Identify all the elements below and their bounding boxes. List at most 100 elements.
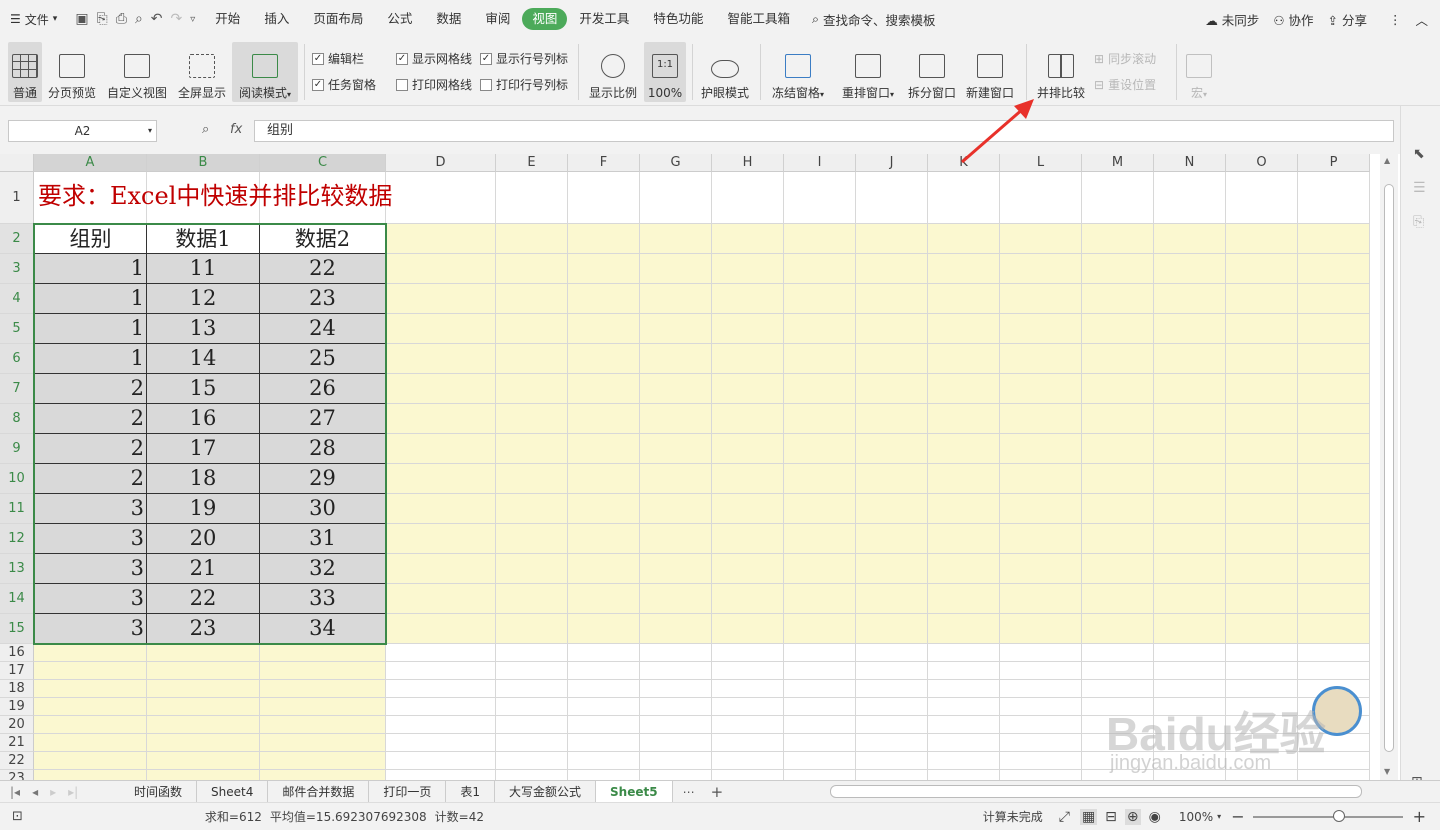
grid-cell[interactable] (386, 464, 496, 494)
grid-cell[interactable] (712, 254, 784, 284)
grid-cell[interactable] (386, 716, 496, 734)
grid-cell[interactable] (1154, 344, 1226, 374)
grid-cell[interactable] (568, 344, 640, 374)
grid-cell[interactable] (1082, 464, 1154, 494)
grid-cell[interactable] (1226, 698, 1298, 716)
grid-cell[interactable] (856, 254, 928, 284)
grid-cell[interactable] (1298, 314, 1370, 344)
grid-cell[interactable] (1154, 644, 1226, 662)
grid-cell[interactable] (1000, 494, 1082, 524)
grid-cell[interactable] (260, 644, 386, 662)
grid-cell[interactable] (1082, 554, 1154, 584)
grid-cell[interactable] (928, 752, 1000, 770)
grid-cell[interactable] (1226, 752, 1298, 770)
grid-cell[interactable] (1154, 662, 1226, 680)
grid-cell[interactable] (386, 494, 496, 524)
grid-cell[interactable] (1154, 752, 1226, 770)
grid-cell[interactable] (1298, 662, 1370, 680)
grid-cell[interactable] (386, 752, 496, 770)
export-icon[interactable]: ⎘ (97, 11, 108, 27)
grid-cell[interactable] (568, 662, 640, 680)
grid-cell[interactable] (712, 716, 784, 734)
grid-cell[interactable] (568, 770, 640, 780)
grid-cell[interactable] (784, 172, 856, 224)
grid-cell[interactable] (928, 716, 1000, 734)
grid-cell[interactable] (496, 464, 568, 494)
grid-cell[interactable] (1082, 524, 1154, 554)
grid-cell[interactable] (856, 584, 928, 614)
grid-cell[interactable] (496, 434, 568, 464)
scroll-up-icon[interactable]: ▲ (1384, 156, 1390, 165)
row-header[interactable]: 8 (0, 404, 34, 434)
sheet-title[interactable]: 要求：Excel中快速并排比较数据 (38, 176, 392, 211)
grid-cell[interactable] (496, 404, 568, 434)
share-panel-icon[interactable]: ⎘ (1413, 214, 1424, 230)
spreadsheet-grid[interactable]: A B C D E F G H I J K L M N O P 1 2 3 4 5 6 7 8 9 10 11 12 13 14 15 16 1… (0, 154, 1380, 780)
grid-cell[interactable] (640, 734, 712, 752)
grid-cell[interactable] (784, 734, 856, 752)
grid-cell[interactable] (928, 344, 1000, 374)
grid-cell[interactable] (1154, 172, 1226, 224)
eye-status-icon[interactable]: ◉ (1149, 809, 1161, 825)
grid-cell[interactable] (386, 254, 496, 284)
grid-cell[interactable] (640, 172, 712, 224)
checkbox-task-pane[interactable]: ✓ 任务窗格 (312, 76, 376, 93)
row-header[interactable]: 3 (0, 254, 34, 284)
grid-cell[interactable] (1298, 614, 1370, 644)
grid-cell[interactable] (784, 698, 856, 716)
grid-cell[interactable] (1000, 374, 1082, 404)
grid-cell[interactable] (1000, 584, 1082, 614)
row-header[interactable]: 11 (0, 494, 34, 524)
grid-cell[interactable] (1298, 404, 1370, 434)
grid-cell[interactable] (568, 434, 640, 464)
column-header[interactable]: K (928, 154, 1000, 172)
status-zoom[interactable]: 100% (1179, 810, 1213, 824)
grid-cell[interactable] (928, 770, 1000, 780)
arrange-window-button[interactable]: 重排窗口▾ (838, 42, 898, 102)
grid-cell[interactable] (386, 314, 496, 344)
grid-cell[interactable] (1082, 614, 1154, 644)
more-icon[interactable]: ▿ (190, 14, 195, 25)
grid-cell[interactable] (1082, 344, 1154, 374)
grid-cell[interactable] (712, 464, 784, 494)
collab-button[interactable]: ⚇ 协作 (1273, 10, 1313, 29)
grid-cell[interactable] (568, 716, 640, 734)
grid-cell[interactable] (928, 680, 1000, 698)
zoom-search-icon[interactable]: ⌕ (202, 122, 209, 137)
grid-cell[interactable] (928, 314, 1000, 344)
grid-cell[interactable] (928, 554, 1000, 584)
grid-cell[interactable] (712, 554, 784, 584)
sheet-tab-5[interactable]: 大写金额公式 (495, 780, 597, 803)
horizontal-scrollbar[interactable] (830, 785, 1362, 798)
grid-cell[interactable] (1000, 314, 1082, 344)
grid-cell[interactable] (640, 770, 712, 780)
row-header[interactable]: 18 (0, 680, 34, 698)
reading-mode-button[interactable]: 阅读模式▾ (232, 42, 298, 102)
grid-cell[interactable] (640, 524, 712, 554)
macro-record-icon[interactable]: ⊡ (0, 809, 35, 824)
grid-cell[interactable] (1082, 284, 1154, 314)
print-preview-icon[interactable]: ⌕ (135, 11, 143, 27)
grid-cell[interactable] (712, 374, 784, 404)
first-sheet-icon[interactable]: |◂ (10, 785, 20, 799)
grid-cell[interactable] (712, 344, 784, 374)
grid-cell[interactable] (1082, 374, 1154, 404)
grid-cell[interactable] (1298, 434, 1370, 464)
file-menu[interactable]: ☰ 文件 ▾ (0, 0, 67, 38)
grid-cell[interactable] (568, 172, 640, 224)
grid-cell[interactable] (1154, 716, 1226, 734)
column-header[interactable]: L (1000, 154, 1082, 172)
grid-cell[interactable] (640, 662, 712, 680)
row-header[interactable]: 1 (0, 172, 34, 224)
next-sheet-icon[interactable]: ▸ (50, 785, 56, 799)
grid-cell[interactable] (928, 734, 1000, 752)
grid-cell[interactable] (1082, 404, 1154, 434)
page-break-preview-button[interactable]: 分页预览 (46, 42, 98, 102)
grid-cell[interactable] (784, 770, 856, 780)
grid-cell[interactable] (1226, 374, 1298, 404)
grid-cell[interactable] (568, 314, 640, 344)
grid-cell[interactable] (1226, 584, 1298, 614)
row-header[interactable]: 15 (0, 614, 34, 644)
grid-cell[interactable] (784, 614, 856, 644)
sheet-tab-1[interactable]: Sheet4 (197, 780, 269, 803)
